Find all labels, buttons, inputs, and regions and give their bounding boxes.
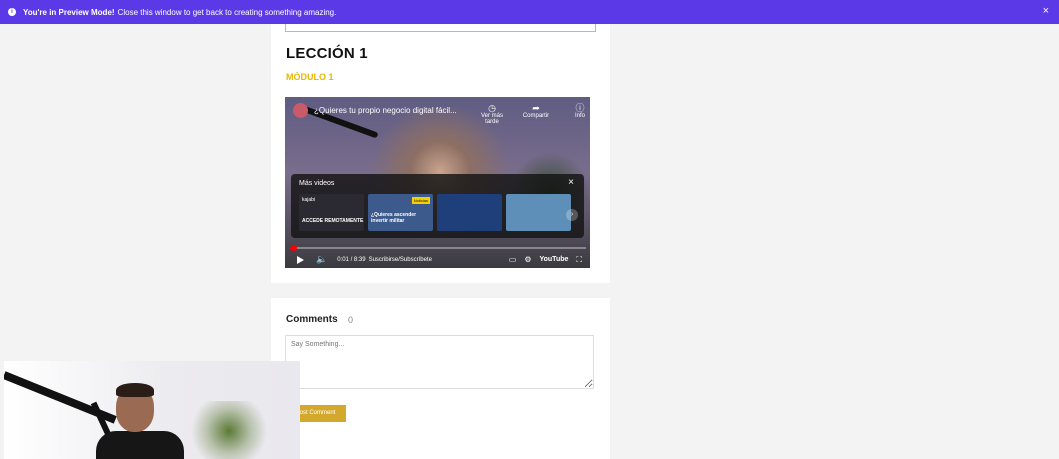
video-title-bar[interactable]: ¿Quieres tu propio negocio digital fácil… [293, 103, 457, 118]
info-icon: i [8, 8, 16, 16]
watch-later-label: Ver más tarde [480, 113, 503, 125]
video-right-controls: ▭ ⚙ YouTube ⛶ [509, 255, 582, 265]
more-videos-panel: Más videos × kajabi ACCEDE REMOTAMENTE N… [291, 174, 584, 238]
comments-count: 0 [348, 315, 354, 325]
banner-text: Close this window to get back to creatin… [117, 7, 337, 17]
comment-input[interactable] [285, 335, 594, 389]
comments-section: Comments 0 Post Comment [271, 298, 610, 459]
person-hair [116, 383, 154, 397]
video-player[interactable]: ¿Quieres tu propio negocio digital fácil… [285, 97, 590, 268]
video-thumbnail[interactable] [437, 194, 502, 231]
video-thumbnail[interactable]: Noticias ¿Quieres ascender invertir mili… [368, 194, 433, 231]
comments-title: Comments [286, 314, 338, 325]
lesson-card: LECCIÓN 1 MÓDULO 1 ¿Quieres tu propio ne… [271, 24, 610, 283]
preview-banner: i You're in Preview Mode! Close this win… [0, 0, 1059, 24]
more-videos-title: Más videos [299, 180, 335, 187]
video-controls: 🔈 0:01 / 8:39 Suscribirse/Subscríbete ▭ … [285, 251, 590, 268]
clock-icon: ◷ [488, 103, 496, 113]
volume-icon[interactable]: 🔈 [316, 254, 327, 265]
progress-bar[interactable] [289, 245, 586, 251]
video-title[interactable]: ¿Quieres tu propio negocio digital fácil… [314, 106, 457, 115]
channel-avatar[interactable] [293, 103, 308, 118]
info-button[interactable]: ⓘ Info [563, 103, 590, 125]
video-thumbnail[interactable]: kajabi ACCEDE REMOTAMENTE [299, 194, 364, 231]
play-icon[interactable] [297, 255, 304, 264]
video-actions: ◷ Ver más tarde ➦ Compartir ⓘ Info [475, 103, 590, 125]
close-icon[interactable]: × [568, 177, 574, 188]
webcam-overlay [4, 361, 300, 459]
plant [184, 401, 274, 459]
thumbnail-tag: Noticias [411, 197, 430, 204]
video-thumbnail[interactable] [506, 194, 571, 231]
video-caption-text: Suscribirse/Subscríbete [368, 256, 432, 263]
fullscreen-icon[interactable]: ⛶ [576, 255, 582, 265]
info-label: Info [574, 113, 585, 119]
gear-icon[interactable]: ⚙ [524, 255, 531, 264]
video-time: 0:01 / 8:39 [337, 256, 366, 263]
close-icon[interactable]: × [1043, 6, 1049, 17]
share-icon: ➦ [532, 103, 540, 113]
previous-content-box [285, 24, 596, 32]
module-label: MÓDULO 1 [286, 72, 334, 82]
thumbnail-text: ¿Quieres ascender invertir militar [371, 212, 417, 224]
person-body [96, 431, 184, 459]
share-label: Compartir [522, 113, 550, 119]
watch-later-button[interactable]: ◷ Ver más tarde [475, 103, 509, 125]
share-button[interactable]: ➦ Compartir [519, 103, 553, 125]
youtube-logo[interactable]: YouTube [539, 256, 568, 263]
subtitles-icon[interactable]: ▭ [509, 255, 517, 264]
more-videos-list: kajabi ACCEDE REMOTAMENTE Noticias ¿Quie… [299, 194, 571, 231]
chevron-right-icon[interactable]: › [566, 209, 578, 221]
info-icon: ⓘ [575, 103, 585, 113]
thumbnail-text: ACCEDE REMOTAMENTE [302, 218, 364, 224]
lesson-title: LECCIÓN 1 [286, 45, 368, 62]
banner-bold-text: You're in Preview Mode! [23, 7, 115, 17]
thumbnail-brand: kajabi [302, 197, 316, 203]
